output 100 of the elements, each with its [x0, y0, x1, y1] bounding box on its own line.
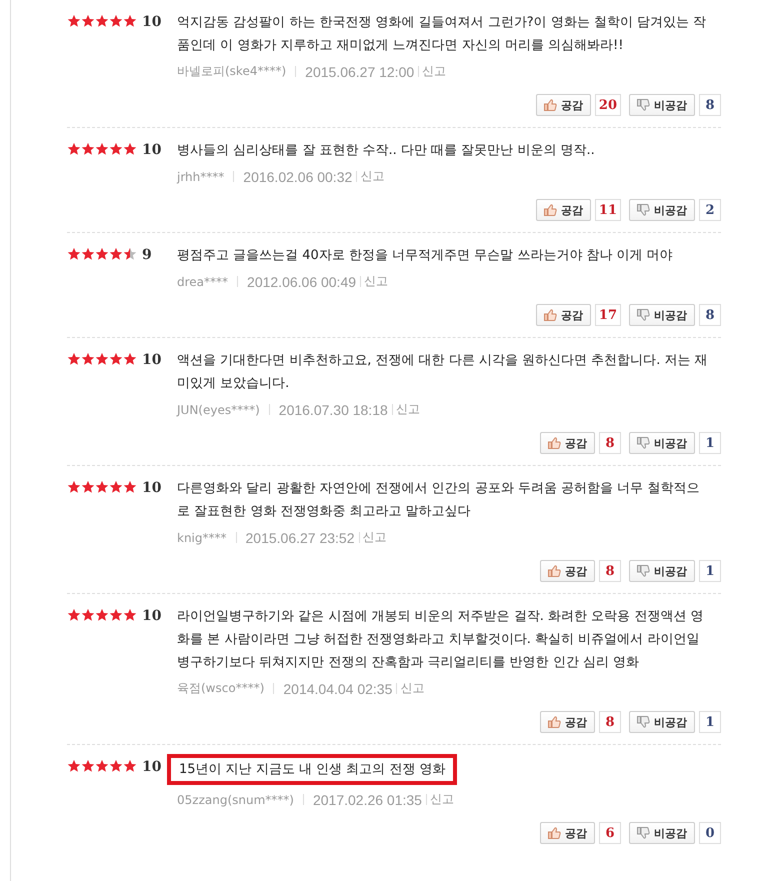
star-icon	[109, 759, 123, 773]
review-text: 병사들의 심리상태를 잘 표현한 수작.. 다만 때를 잘못만난 비운의 명작..	[177, 142, 596, 160]
author-name: 05zzang(snum****)	[177, 792, 294, 806]
star-icon	[95, 142, 109, 156]
thumbs-down-icon	[637, 99, 650, 111]
star-icon	[67, 14, 81, 28]
author-name: JUN(eyes****)	[177, 402, 260, 416]
star-icon	[123, 14, 137, 28]
like-button[interactable]: 공감	[540, 711, 595, 733]
dislike-button[interactable]: 비공감	[629, 432, 695, 454]
star-icon	[81, 142, 95, 156]
star-icon	[109, 352, 123, 366]
star-icon	[67, 608, 81, 622]
thumbs-down-icon	[637, 309, 650, 321]
like-button[interactable]: 공감	[540, 432, 595, 454]
dislike-button[interactable]: 비공감	[629, 711, 695, 733]
like-count: 8	[599, 711, 621, 733]
dislike-button[interactable]: 비공감	[629, 822, 695, 844]
like-count: 20	[594, 94, 621, 116]
dislike-button[interactable]: 비공감	[629, 94, 695, 116]
review-date: 2015.06.27 23:52	[246, 530, 355, 546]
review-date: 2016.07.30 18:18	[278, 402, 388, 418]
like-count: 17	[594, 304, 621, 326]
like-count: 11	[594, 199, 621, 221]
rating-score: 9	[142, 247, 152, 263]
thumbs-down-icon	[637, 827, 650, 839]
star-icon	[67, 247, 81, 261]
thumbs-up-icon	[544, 99, 557, 111]
star-icon	[81, 352, 95, 366]
like-button[interactable]: 공감	[536, 304, 591, 326]
like-button[interactable]: 공감	[536, 199, 591, 221]
star-icon	[109, 247, 123, 261]
star-icon	[67, 142, 81, 156]
star-icon	[123, 759, 137, 773]
dislike-count: 0	[699, 822, 721, 844]
review-date: 2016.02.06 00:32	[243, 168, 352, 184]
thumbs-down-icon	[637, 716, 650, 728]
review-text: 억지감동 감성팔이 하는 한국전쟁 영화에 길들여져서 그런가?이 영화는 철학이 담겨있는 작품인데 이 영화가 지루하고 재미없게 느껴진다면 자신의 머리를 의심해봐라!!	[177, 14, 708, 55]
dislike-button[interactable]: 비공감	[629, 304, 695, 326]
dislike-button[interactable]: 비공감	[629, 199, 695, 221]
star-icon	[81, 759, 95, 773]
star-icon	[123, 608, 137, 622]
rating-score: 10	[142, 608, 162, 624]
thumbs-up-icon	[548, 565, 561, 577]
author-name: drea****	[177, 274, 228, 288]
author-name: jrhh****	[177, 170, 224, 184]
star-icon	[123, 142, 137, 156]
like-button[interactable]: 공감	[540, 560, 595, 582]
review-text: 15년이 지난 지금도 내 인생 최고의 전쟁 영화	[167, 754, 458, 785]
star-icon	[81, 247, 95, 261]
star-icon	[123, 352, 137, 366]
star-icon	[95, 608, 109, 622]
dislike-count: 1	[699, 560, 721, 582]
rating-score: 10	[142, 142, 162, 158]
star-icon	[123, 480, 137, 494]
star-icon	[67, 480, 81, 494]
like-button[interactable]: 공감	[540, 822, 595, 844]
rating-score: 10	[142, 480, 162, 496]
author-name: 육점(wsco****)	[177, 680, 264, 697]
star-icon	[95, 247, 109, 261]
star-icon	[95, 759, 109, 773]
like-count: 8	[599, 560, 621, 582]
rating-score: 10	[142, 14, 162, 30]
star-icon	[95, 480, 109, 494]
star-icon	[95, 352, 109, 366]
thumbs-up-icon	[548, 827, 561, 839]
dislike-count: 8	[699, 94, 721, 116]
star-icon	[109, 14, 123, 28]
dislike-button[interactable]: 비공감	[629, 560, 695, 582]
star-icon	[123, 247, 137, 261]
star-icon	[109, 142, 123, 156]
dislike-count: 8	[699, 304, 721, 326]
rating-score: 10	[142, 352, 162, 368]
thumbs-up-icon	[544, 204, 557, 216]
review-text: 평점주고 글을쓰는걸 40자로 한정을 너무적게주면 무슨말 쓰라는거야 참나 이게 머야	[177, 247, 674, 265]
thumbs-down-icon	[637, 565, 650, 577]
dislike-count: 2	[699, 199, 721, 221]
star-icon	[67, 759, 81, 773]
review-date: 2012.06.06 00:49	[247, 274, 356, 290]
thumbs-down-icon	[637, 437, 650, 449]
rating-score: 10	[142, 759, 162, 775]
like-button[interactable]: 공감	[536, 94, 591, 116]
review-text: 다른영화와 달리 광활한 자연안에 전쟁에서 인간의 공포와 두려움 공허함을 너무 철학적으로 잘표현한 영화 전쟁영화중 최고라고 말하고싶다	[177, 480, 700, 521]
dislike-count: 1	[699, 711, 721, 733]
star-icon	[81, 14, 95, 28]
author-name: knig****	[177, 530, 227, 544]
review-date: 2014.04.04 02:35	[283, 680, 392, 696]
star-icon	[81, 608, 95, 622]
review-date: 2017.02.26 01:35	[312, 792, 422, 808]
dislike-count: 1	[699, 432, 721, 454]
thumbs-down-icon	[637, 204, 650, 216]
star-icon	[109, 480, 123, 494]
review-text: 액션을 기대한다면 비추천하고요, 전쟁에 대한 다른 시각을 원하신다면 추천합니다. 저는 재미있게 보았습니다.	[177, 352, 709, 393]
like-count: 8	[599, 432, 621, 454]
author-name: 바넬로피(ske4****)	[177, 63, 286, 80]
star-icon	[67, 352, 81, 366]
star-icon	[81, 480, 95, 494]
like-count: 6	[599, 822, 621, 844]
review-text: 라이언일병구하기와 같은 시점에 개봉되 비운의 저주받은 걸작. 화려한 오락용 전쟁액션 영화를 본 사람이라면 그냥 허접한 전쟁영화라고 치부할것이다. 확실히 비쥬얼에서 라이언일병구하기보다 뒤쳐지지만 전쟁의 잔혹함과 극리얼리티를 반영한 인간 심리 영화	[177, 608, 704, 672]
star-icon	[95, 14, 109, 28]
